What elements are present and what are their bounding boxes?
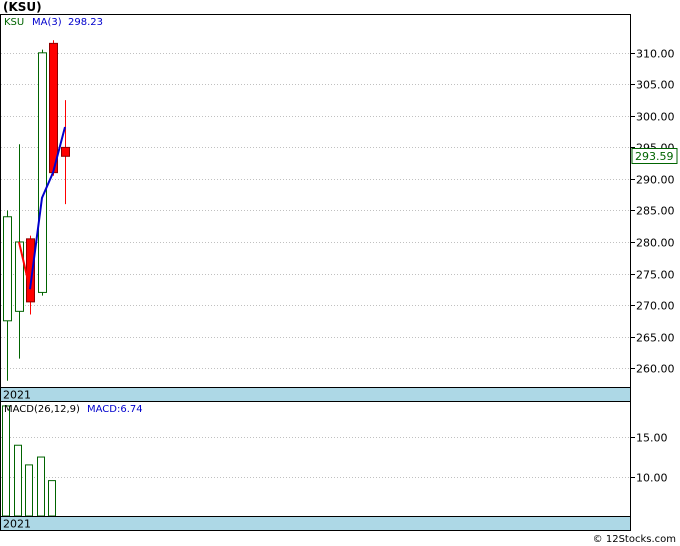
candle-up	[38, 52, 47, 293]
year-label: 2021	[3, 389, 31, 402]
macd-year-label: 2021	[3, 518, 31, 531]
price-tick-label: 310.00	[636, 48, 675, 61]
price-tick-label: 285.00	[636, 205, 675, 218]
macd-tick-label: 15.00	[636, 432, 668, 445]
price-tick-label: 265.00	[636, 332, 675, 345]
macd-y-axis: 15.00 10.00	[630, 432, 668, 485]
price-y-axis: 310.00305.00300.00295.00290.00285.00280.…	[630, 48, 675, 376]
macd-panel	[0, 401, 631, 531]
price-tick-label: 275.00	[636, 269, 675, 282]
macd-value: MACD:6.74	[87, 404, 143, 415]
candle-down	[61, 146, 70, 157]
macd-year-band	[0, 516, 631, 531]
price-tick-label: 300.00	[636, 111, 675, 124]
price-panel	[0, 14, 631, 402]
footer-copyright: © 12Stocks.com	[592, 534, 676, 545]
price-tick-label: 305.00	[636, 79, 675, 92]
year-band	[0, 387, 631, 402]
macd-bar	[48, 480, 56, 517]
price-tick-label: 270.00	[636, 300, 675, 313]
macd-bar	[25, 464, 33, 517]
stock-chart: 310.00305.00300.00295.00290.00285.00280.…	[0, 14, 678, 531]
candle-up	[3, 216, 12, 322]
last-price-value: 293.59	[635, 150, 674, 163]
macd-title: MACD(26,12,9)	[4, 404, 80, 415]
macd-bar	[14, 444, 22, 517]
legend-ma-label: MA(3)	[32, 17, 62, 28]
legend-ticker: KSU	[4, 17, 24, 28]
candle-down	[49, 42, 58, 174]
price-tick-label: 280.00	[636, 237, 675, 250]
price-tick-label: 260.00	[636, 363, 675, 376]
price-tick-label: 290.00	[636, 174, 675, 187]
macd-bar	[2, 405, 10, 517]
macd-bar	[37, 456, 45, 517]
legend-ma-value: 298.23	[68, 17, 103, 28]
macd-tick-label: 10.00	[636, 472, 668, 485]
